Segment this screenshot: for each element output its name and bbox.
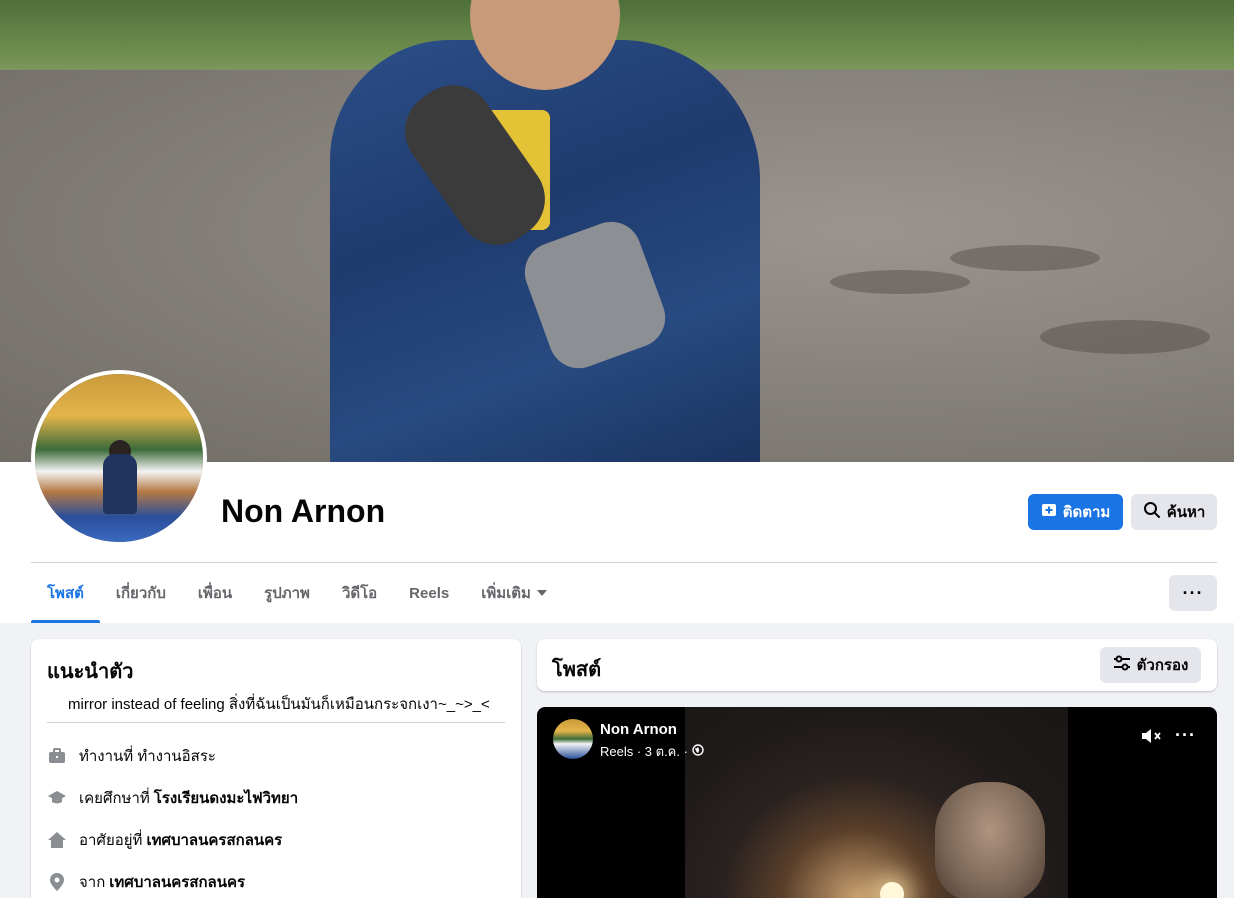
reel-post[interactable]: Non Arnon Reels · 3 ต.ค. · ··· (537, 707, 1217, 898)
intro-item-education: เคยศึกษาที่ โรงเรียนดงมะไฟวิทยา (47, 786, 298, 810)
intro-item-value[interactable]: เทศบาลนครสกลนคร (109, 870, 245, 894)
tab-label: โพสต์ (47, 585, 84, 602)
intro-divider (47, 722, 505, 723)
intro-item-value[interactable]: เทศบาลนครสกลนคร (146, 828, 282, 852)
avatar-figure (103, 454, 137, 514)
intro-item-work: ทำงานที่ ทำงานอิสระ (47, 744, 216, 768)
cover-road-patch (950, 245, 1100, 271)
intro-item-text: อาศัยอยู่ที่ (79, 832, 143, 849)
tab-about[interactable]: เกี่ยวกับ (100, 563, 182, 623)
posts-title: โพสต์ (552, 659, 602, 681)
cover-person (330, 0, 760, 462)
tab-label: Reels (409, 584, 450, 602)
tab-reels[interactable]: Reels (393, 563, 465, 623)
tab-videos[interactable]: วิดีโอ (326, 563, 393, 623)
reel-video[interactable] (685, 707, 1068, 898)
follow-icon (1041, 502, 1057, 522)
intro-item-text: จาก (79, 874, 106, 891)
cover-road-patch (1040, 320, 1210, 354)
filter-label: ตัวกรอง (1136, 657, 1189, 674)
intro-title: แนะนำตัว (47, 661, 134, 683)
search-button[interactable]: ค้นหา (1131, 494, 1217, 530)
intro-bio: mirror instead of feeling สิ่งที่ฉันเป็น… (68, 696, 490, 713)
search-icon (1143, 501, 1161, 523)
search-label: ค้นหา (1166, 504, 1206, 521)
reel-video-light (880, 882, 904, 898)
home-icon (47, 830, 67, 850)
tab-label: รูปภาพ (264, 585, 310, 602)
profile-name: Non Arnon (221, 493, 386, 529)
intro-item-value[interactable]: โรงเรียนดงมะไฟวิทยา (154, 786, 298, 810)
reel-meta: Reels · 3 ต.ค. · (600, 741, 704, 762)
chevron-down-icon (536, 590, 547, 596)
reel-more-button[interactable]: ··· (1175, 725, 1196, 746)
tab-label: เพิ่มเติม (481, 585, 531, 602)
intro-card: แนะนำตัว mirror instead of feeling สิ่งท… (31, 639, 521, 898)
intro-item-residence: อาศัยอยู่ที่ เทศบาลนครสกลนคร (47, 828, 282, 852)
mute-icon[interactable] (1141, 727, 1163, 750)
graduation-cap-icon (47, 788, 67, 808)
tab-friends[interactable]: เพื่อน (182, 563, 248, 623)
intro-item-text: ทำงานที่ ทำงานอิสระ (79, 748, 216, 765)
follow-button[interactable]: ติดตาม (1028, 494, 1123, 530)
profile-more-button[interactable]: ··· (1169, 575, 1217, 611)
tab-more[interactable]: เพิ่มเติม (465, 563, 563, 623)
briefcase-icon (47, 746, 67, 766)
profile-avatar[interactable] (31, 370, 207, 546)
reel-video-subject (935, 782, 1045, 898)
tab-label: เพื่อน (197, 585, 233, 602)
intro-item-text: เคยศึกษาที่ (79, 790, 150, 807)
tab-label: วิดีโอ (341, 585, 378, 602)
posts-header-card: โพสต์ ตัวกรอง (537, 639, 1217, 691)
reel-author-avatar[interactable] (553, 719, 593, 759)
profile-tabs: โพสต์ เกี่ยวกับ เพื่อน รูปภาพ วิดีโอ Ree… (31, 563, 563, 623)
globe-icon (692, 744, 704, 759)
location-pin-icon (47, 872, 67, 892)
filter-icon (1113, 655, 1131, 675)
reel-meta-text: Reels · 3 ต.ค. · (600, 744, 688, 759)
filter-button[interactable]: ตัวกรอง (1100, 647, 1201, 683)
cover-road-patch (830, 270, 970, 294)
tab-posts[interactable]: โพสต์ (31, 563, 100, 623)
intro-item-hometown: จาก เทศบาลนครสกลนคร (47, 870, 245, 894)
tab-label: เกี่ยวกับ (115, 585, 166, 602)
follow-label: ติดตาม (1062, 504, 1111, 521)
tab-photos[interactable]: รูปภาพ (248, 563, 326, 623)
reel-author-name[interactable]: Non Arnon (600, 721, 677, 738)
